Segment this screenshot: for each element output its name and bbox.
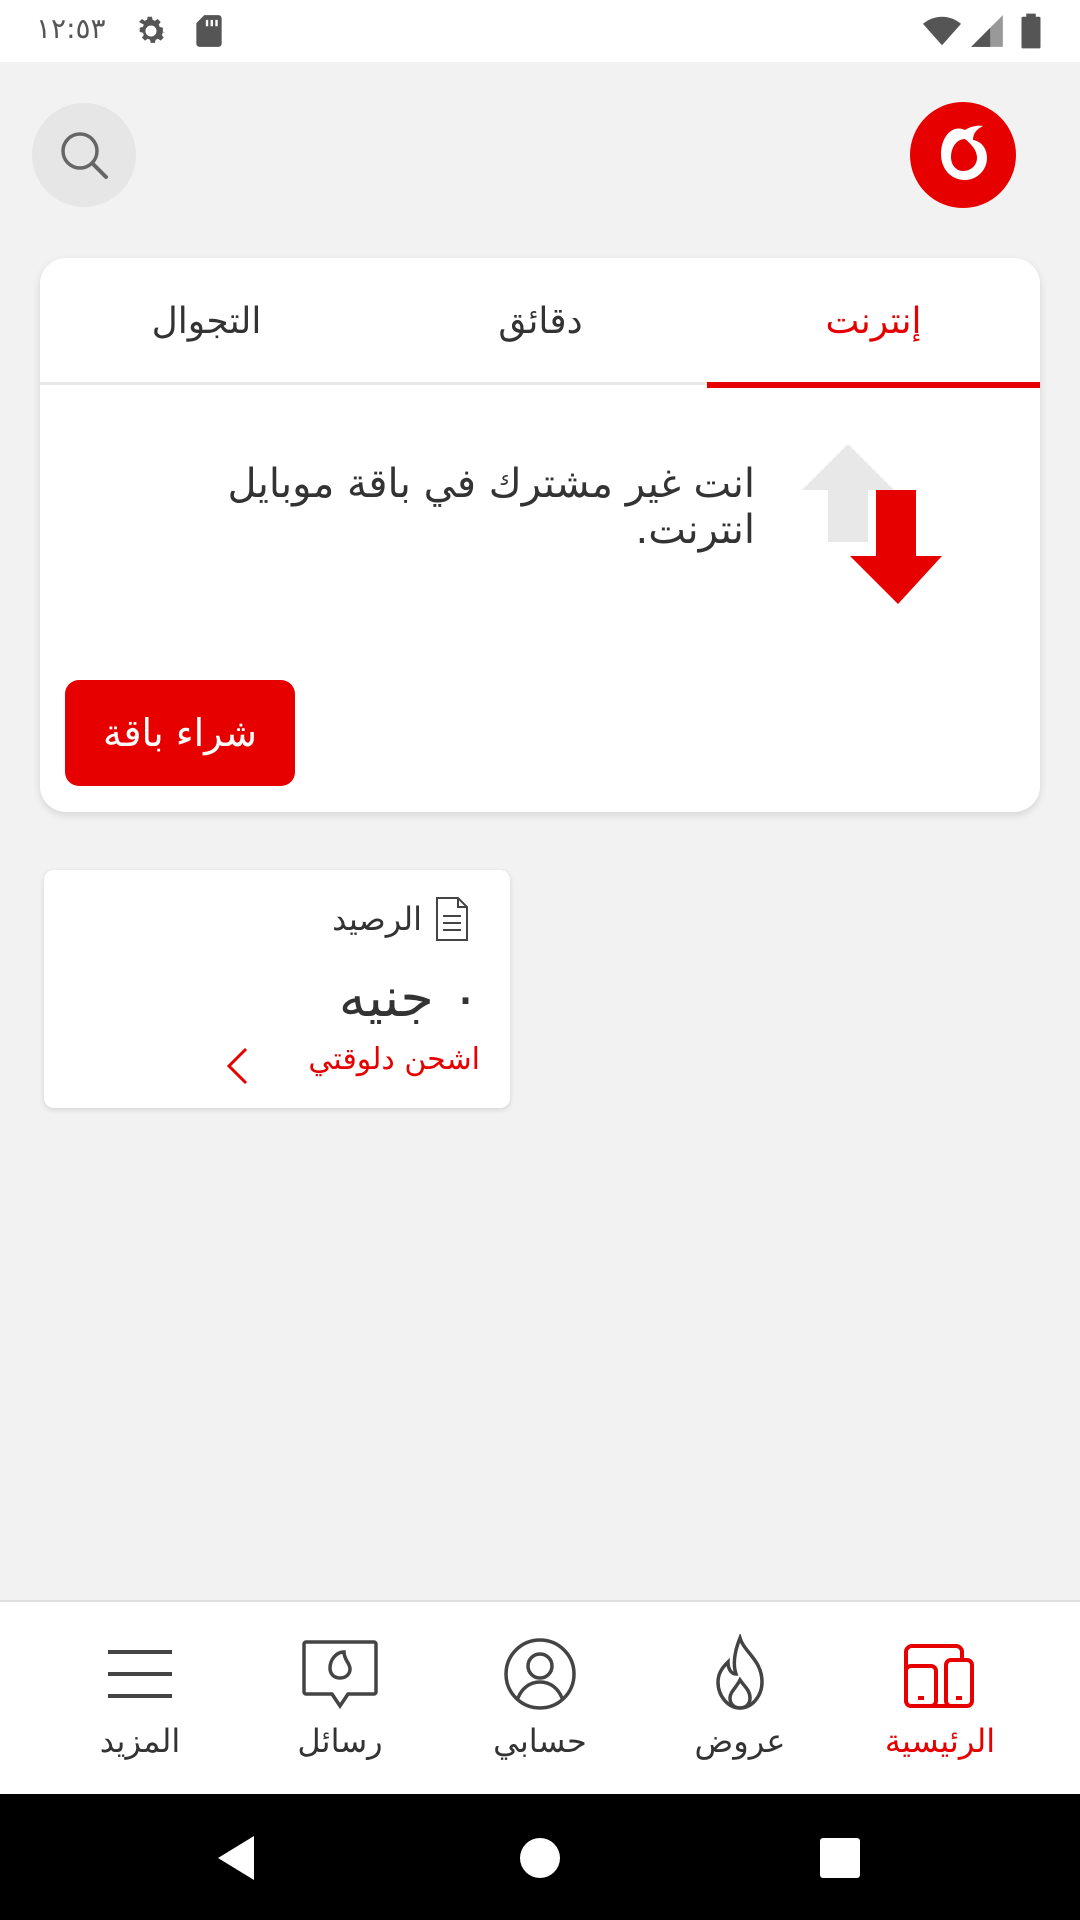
home-devices-icon [904, 1644, 974, 1708]
nav-item-home[interactable]: الرئيسية [840, 1602, 1040, 1796]
vodafone-logo [910, 102, 1016, 208]
messages-icon [302, 1640, 378, 1710]
nav-label-account: حسابي [493, 1722, 587, 1760]
search-icon [61, 132, 108, 179]
nav-item-account[interactable]: حسابي [440, 1602, 640, 1796]
status-time: ١٢:٥٣ [36, 12, 106, 45]
usage-card: إنترنت دقائق التجوال انت غير مشترك في با… [40, 258, 1040, 812]
balance-title: الرصيد [332, 900, 422, 938]
no-bundle-message: انت غير مشترك في باقة موبايل انترنت. [227, 461, 755, 553]
sd-card-icon [196, 15, 222, 47]
nav-label-more: المزيد [99, 1722, 181, 1760]
status-bar: ١٢:٥٣ [0, 0, 1080, 62]
nav-label-home: الرئيسية [884, 1722, 996, 1760]
nav-label-offers: عروض [694, 1722, 786, 1760]
menu-icon [108, 1650, 172, 1698]
nav-label-messages: رسائل [297, 1722, 383, 1760]
settings-icon [138, 16, 166, 43]
nav-item-more[interactable]: المزيد [40, 1602, 240, 1796]
nav-item-offers[interactable]: عروض [640, 1602, 840, 1796]
tab-internet[interactable]: إنترنت [707, 258, 1040, 388]
back-icon[interactable] [212, 1830, 268, 1886]
system-nav-bar [0, 1794, 1080, 1920]
battery-icon [1021, 13, 1041, 49]
data-transfer-icon [802, 444, 942, 604]
account-icon [504, 1638, 576, 1710]
signal-icon [971, 15, 1003, 47]
balance-card[interactable]: الرصيد ٠ جنيه اشحن دلوقتي [44, 870, 510, 1108]
recharge-link[interactable]: اشحن دلوقتي [308, 1042, 480, 1077]
recents-icon[interactable] [812, 1830, 868, 1886]
tab-roaming[interactable]: التجوال [40, 258, 373, 385]
nav-item-messages[interactable]: رسائل [240, 1602, 440, 1796]
document-icon [436, 897, 468, 941]
search-button[interactable] [32, 103, 136, 207]
flame-icon [716, 1634, 764, 1710]
chevron-left-icon[interactable] [224, 1046, 250, 1086]
home-icon[interactable] [512, 1830, 568, 1886]
balance-amount: ٠ جنيه [338, 966, 480, 1029]
wifi-icon [923, 16, 961, 46]
bottom-nav: الرئيسية عروض حسابي رسائل المزيد [0, 1600, 1080, 1794]
buy-bundle-button[interactable]: شراء باقة [65, 680, 295, 786]
tab-minutes[interactable]: دقائق [374, 258, 707, 385]
usage-tabs: إنترنت دقائق التجوال [40, 258, 1040, 388]
